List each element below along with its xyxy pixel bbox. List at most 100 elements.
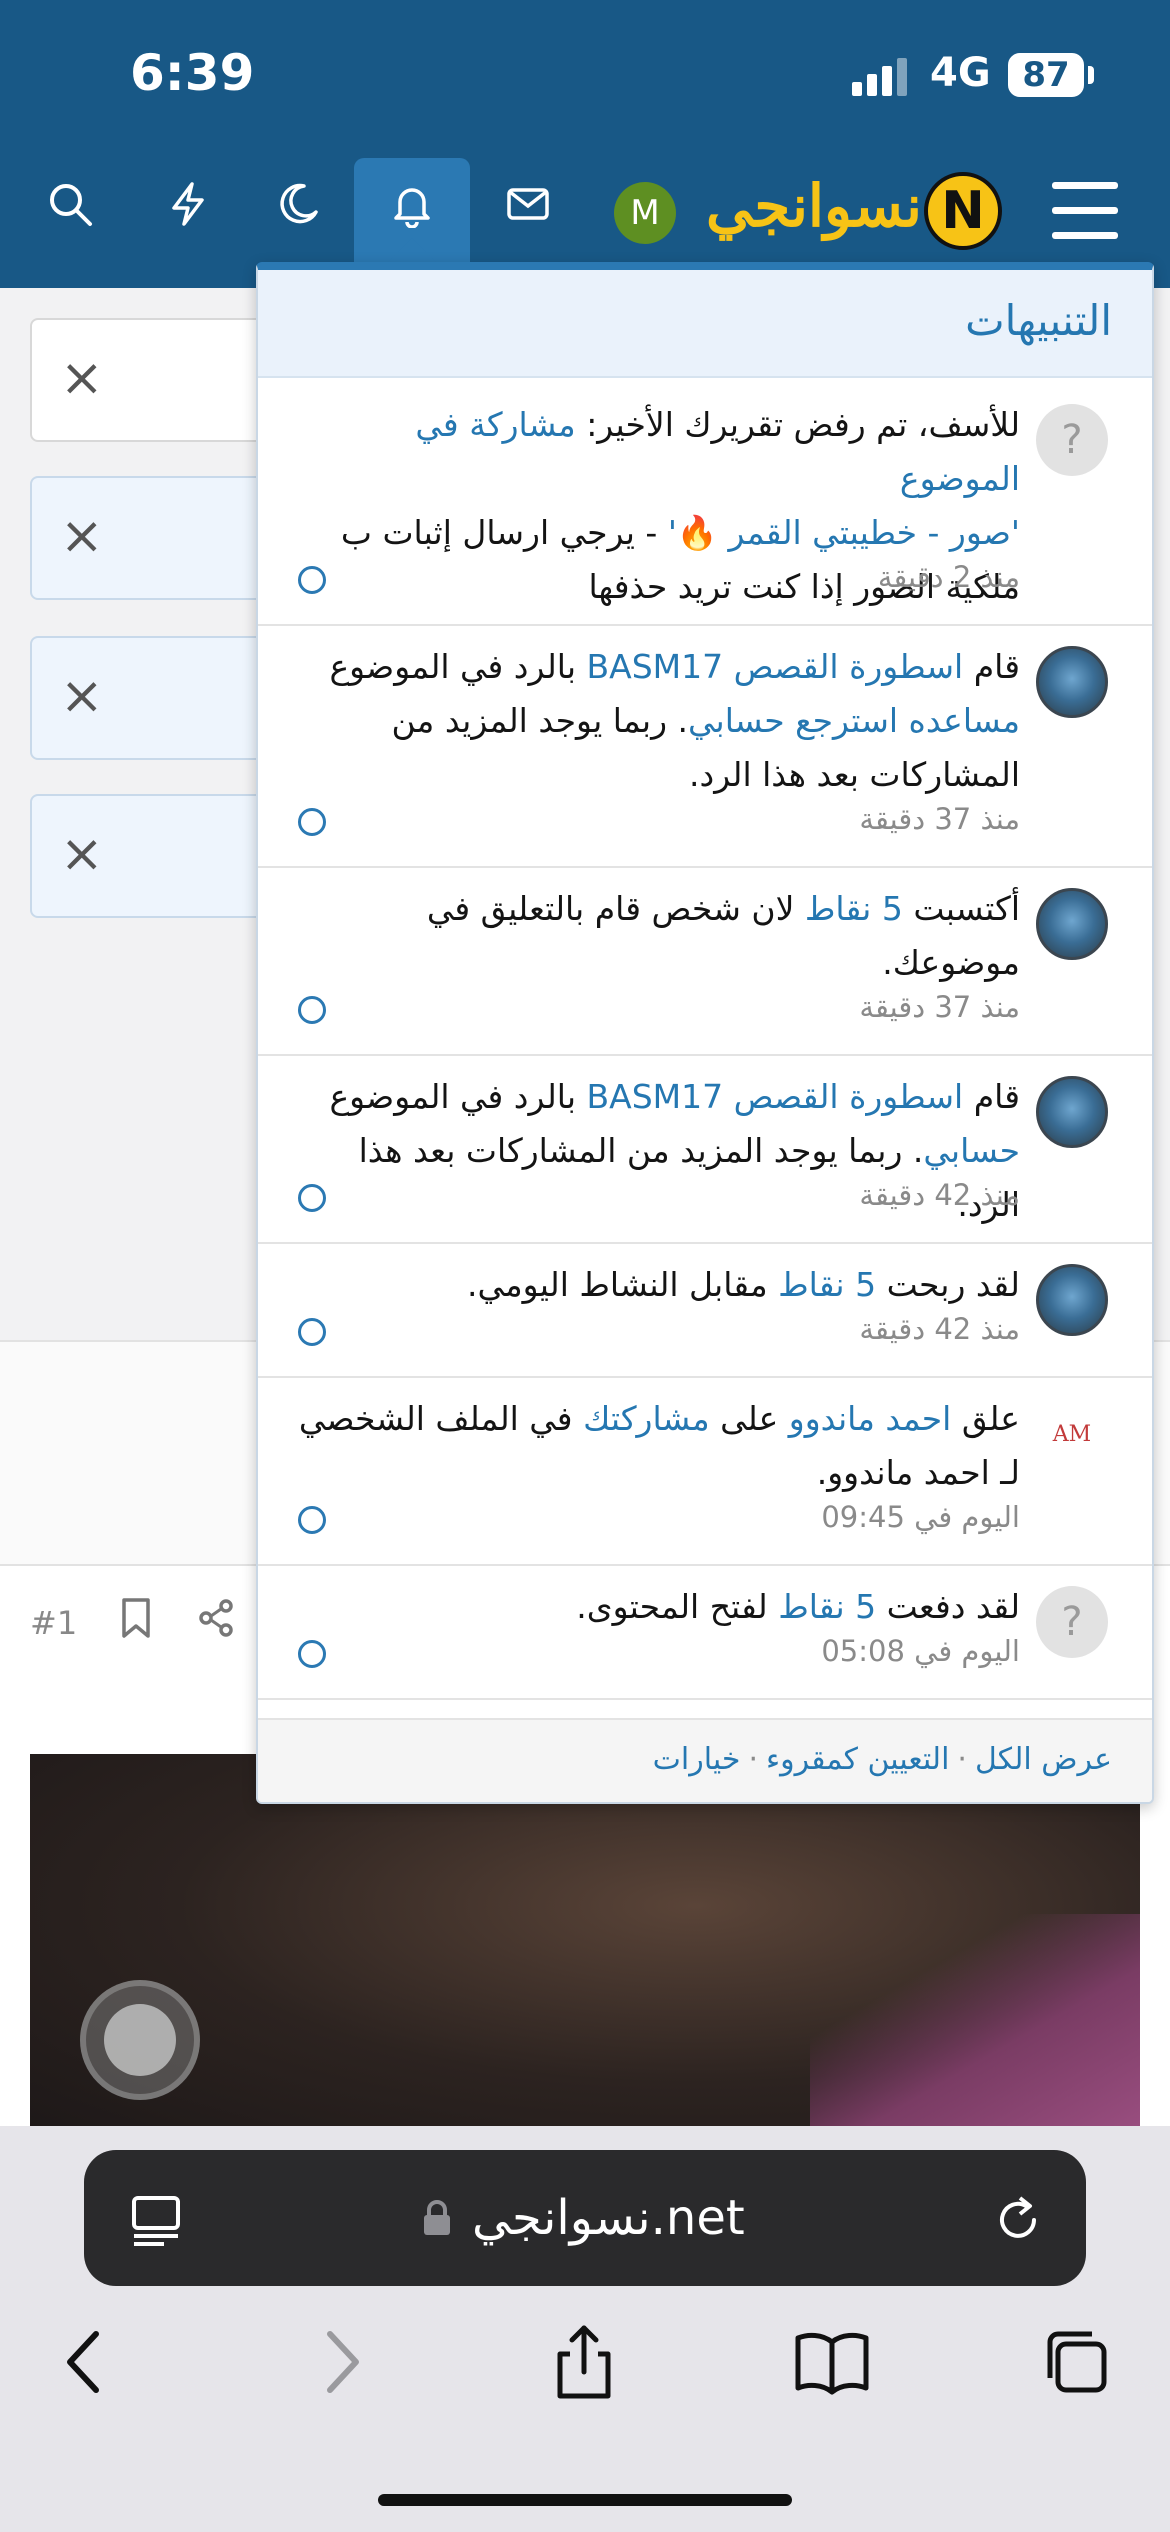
notification-item[interactable]: قام اسطورة القصص BASM17 بالرد في الموضوع… (258, 626, 1152, 868)
post-image (30, 1754, 1140, 2134)
notification-link[interactable]: مشاركتك (583, 1399, 710, 1438)
notification-text-part: المشاركات بعد هذا الرد. (689, 755, 1020, 794)
notification-line: لـ احمد ماندوو. (298, 1446, 1020, 1500)
bookmarks-icon[interactable] (792, 2322, 872, 2402)
home-indicator[interactable] (378, 2494, 792, 2506)
view-all-link[interactable]: عرض الكل (975, 1742, 1112, 1777)
forward-icon[interactable] (300, 2322, 380, 2402)
user-photo-avatar[interactable] (1036, 1076, 1108, 1148)
dismissible-notice: × (30, 636, 280, 760)
notification-line: مساعده استرجع حسابي. ربما يوجد المزيد من (298, 694, 1020, 748)
site-logo-icon[interactable]: N (924, 172, 1002, 250)
notification-text-part: قام (963, 647, 1020, 686)
url-text[interactable]: نسوانجي.net (472, 2190, 745, 2246)
mark-read-toggle[interactable] (298, 1640, 326, 1668)
bookmark-icon[interactable] (114, 1596, 158, 1640)
notification-time: منذ 42 دقيقة (859, 1178, 1020, 1212)
notification-link[interactable]: اسطورة القصص BASM17 (587, 1077, 964, 1116)
notification-line: موضوعك. (298, 936, 1020, 990)
close-icon[interactable]: × (60, 824, 104, 884)
user-photo-avatar[interactable] (1036, 646, 1108, 718)
user-photo-avatar[interactable] (1036, 888, 1108, 960)
user-avatar[interactable]: M (614, 182, 676, 244)
notification-link[interactable]: 5 نقاط (778, 1265, 876, 1304)
notification-item[interactable]: قام اسطورة القصص BASM17 بالرد في الموضوع… (258, 1056, 1152, 1244)
notification-item[interactable]: ? للأسف، تم رفض تقريرك الأخير: مشاركة في … (258, 384, 1152, 626)
notification-text-part: لـ احمد ماندوو. (816, 1453, 1020, 1492)
notification-text: علق احمد ماندوو على مشاركتك في الملف الش… (298, 1392, 1020, 1500)
share-icon[interactable] (194, 1596, 238, 1640)
notification-text-part: - يرجي ارسال إثبات ب (340, 513, 668, 552)
back-icon[interactable] (46, 2322, 126, 2402)
reader-icon[interactable] (128, 2192, 184, 2248)
notification-link[interactable]: 5 نقاط (778, 1587, 876, 1626)
options-link[interactable]: خيارات (653, 1742, 741, 1777)
notification-item[interactable]: ? لقد دفعت 5 نقاط لفتح المحتوى. اليوم في 0… (258, 1566, 1152, 1700)
notification-text-part: موضوعك. (882, 943, 1020, 982)
mark-read-toggle[interactable] (298, 1184, 326, 1212)
mark-read-toggle[interactable] (298, 1506, 326, 1534)
notification-text-part: على (709, 1399, 789, 1438)
menu-icon[interactable] (1052, 182, 1118, 240)
moon-icon[interactable] (262, 168, 334, 240)
notification-text-part: قام (963, 1077, 1020, 1116)
notification-link[interactable]: اسطورة القصص BASM17 (587, 647, 964, 686)
mark-read-toggle[interactable] (298, 1318, 326, 1346)
mark-read-toggle[interactable] (298, 996, 326, 1024)
notification-item[interactable]: لقد ربحت 5 نقاط مقابل النشاط اليومي. منذ … (258, 1244, 1152, 1378)
notification-time: منذ 42 دقيقة (859, 1312, 1020, 1346)
battery-icon: 87 (1008, 53, 1084, 97)
notification-link[interactable]: 5 نقاط (805, 889, 903, 928)
mark-read-link[interactable]: التعيين كمقروء (766, 1742, 949, 1777)
dismissible-notice: × (30, 794, 280, 918)
mark-read-toggle[interactable] (298, 566, 326, 594)
notification-text-part: لان شخص قام بالتعليق في (426, 889, 805, 928)
close-icon[interactable]: × (60, 506, 104, 566)
tabs-icon[interactable] (1036, 2322, 1116, 2402)
notification-time: اليوم في 05:08 (821, 1634, 1020, 1668)
footer-separator: · (957, 1742, 967, 1777)
site-logo-text[interactable]: نسوانجي (706, 172, 922, 240)
popup-arrow (388, 238, 436, 262)
reload-icon[interactable] (990, 2192, 1046, 2248)
popup-header: التنبيهات (258, 270, 1152, 378)
dismissible-notice: × (30, 318, 280, 442)
close-icon[interactable]: × (60, 348, 104, 408)
notification-link[interactable]: 'صور - خطيبتي القمر 🔥' (668, 513, 1020, 552)
notification-time: اليوم في 09:45 (821, 1500, 1020, 1534)
question-avatar[interactable]: ? (1036, 404, 1108, 476)
assistive-touch-button[interactable] (80, 1980, 200, 2100)
mark-read-toggle[interactable] (298, 808, 326, 836)
notification-text: أكتسبت 5 نقاط لان شخص قام بالتعليق في موض… (298, 882, 1020, 990)
notification-line: 'صور - خطيبتي القمر 🔥' - يرجي ارسال إثبا… (298, 506, 1020, 560)
post-number[interactable]: #1 (30, 1604, 77, 1642)
search-icon[interactable] (34, 168, 106, 240)
notification-text-part: بالرد في الموضوع (329, 1077, 587, 1116)
notification-text-part: لقد ربحت (876, 1265, 1020, 1304)
lightning-icon[interactable] (152, 168, 224, 240)
notification-time: منذ 37 دقيقة (859, 802, 1020, 836)
mail-icon[interactable] (492, 168, 564, 240)
bell-icon[interactable] (376, 168, 448, 240)
notification-text-part: . ربما يوجد المزيد من (391, 701, 689, 740)
notification-link[interactable]: حسابي (923, 1131, 1020, 1170)
close-icon[interactable]: × (60, 666, 104, 726)
notification-time: منذ 2 دقيقة (877, 560, 1020, 594)
share-icon[interactable] (544, 2322, 624, 2402)
notification-text-part: مقابل النشاط اليومي. (466, 1265, 779, 1304)
footer-separator: · (748, 1742, 758, 1777)
notification-time: منذ 37 دقيقة (859, 990, 1020, 1024)
signal-icon (852, 58, 908, 96)
notification-text-part: للأسف، تم رفض تقريرك الأخير: (575, 405, 1020, 444)
notification-line: المشاركات بعد هذا الرد. (298, 748, 1020, 802)
am-logo-avatar[interactable]: AM (1036, 1398, 1108, 1470)
notification-item[interactable]: AM علق احمد ماندوو على مشاركتك في الملف ا… (258, 1378, 1152, 1566)
notification-link[interactable]: مساعده استرجع حسابي (688, 701, 1020, 740)
user-photo-avatar[interactable] (1036, 1264, 1108, 1336)
notification-line: قام اسطورة القصص BASM17 بالرد في الموضوع (298, 1070, 1020, 1124)
notification-text-part: لقد دفعت (876, 1587, 1020, 1626)
notification-link[interactable]: احمد ماندوو (789, 1399, 952, 1438)
battery-tip (1088, 66, 1094, 84)
notification-item[interactable]: أكتسبت 5 نقاط لان شخص قام بالتعليق في موض… (258, 868, 1152, 1056)
question-avatar[interactable]: ? (1036, 1586, 1108, 1658)
